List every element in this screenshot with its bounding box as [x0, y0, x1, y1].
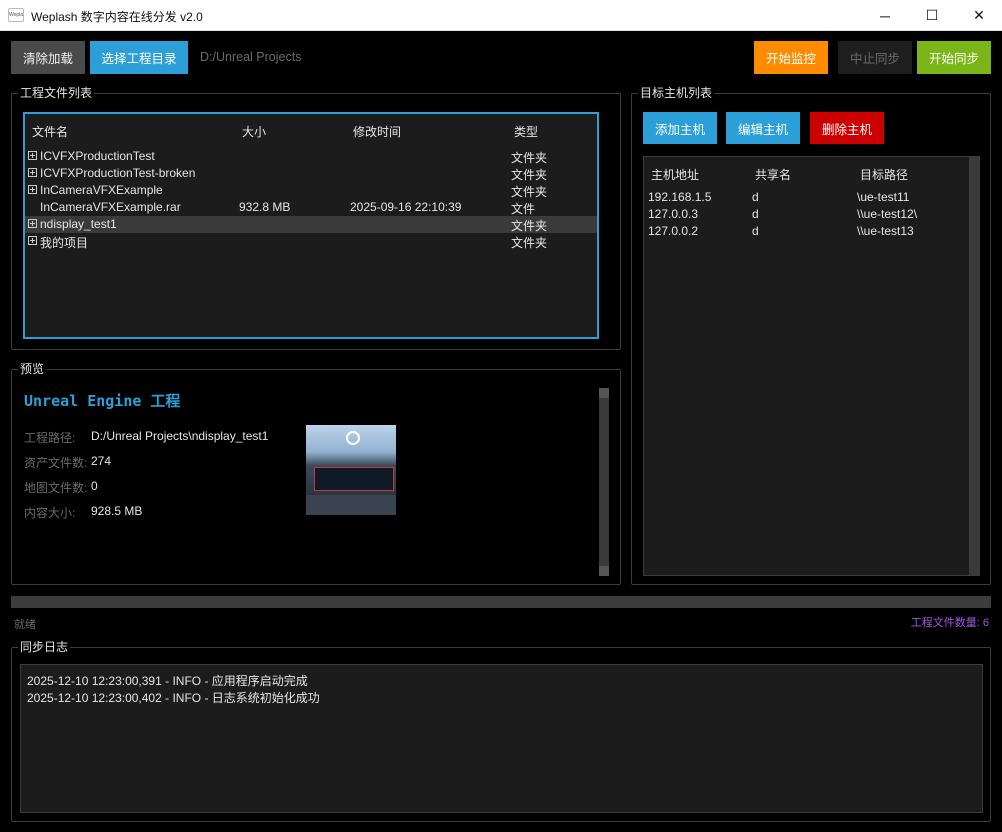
host-cell-address[interactable]: 127.0.0.3	[648, 207, 698, 221]
file-cell-name: ICVFXProductionTest-broken	[40, 166, 196, 180]
file-tree-row[interactable]: 我的项目 文件夹	[25, 233, 597, 250]
add-host-button[interactable]: 添加主机	[643, 112, 717, 144]
preview-group: 预览 Unreal Engine 工程 工程路径: D:/Unreal Proj…	[11, 362, 621, 585]
host-cell-share[interactable]: d	[752, 207, 759, 221]
content-size-label: 内容大小:	[24, 506, 76, 520]
file-cell-name: InCameraVFXExample.rar	[40, 200, 181, 214]
project-files-group: 工程文件列表 文件名 大小 修改时间 类型 ICVFXProductionTes…	[11, 86, 621, 350]
minimize-icon[interactable]: ─	[862, 0, 908, 31]
project-path-value: D:/Unreal Projects\ndisplay_test1	[91, 429, 269, 443]
column-header-size[interactable]: 大小	[242, 123, 266, 140]
file-cell-type: 文件夹	[511, 219, 548, 233]
thumbnail-floor-shape	[306, 495, 396, 515]
host-cell-share[interactable]: d	[752, 190, 759, 204]
sync-log-group: 同步日志 2025-12-10 12:23:00,391 - INFO - 应用…	[11, 640, 991, 822]
preview-scrollbar[interactable]	[599, 388, 609, 576]
column-header-modified[interactable]: 修改时间	[353, 123, 401, 140]
file-cell-name: InCameraVFXExample	[40, 183, 163, 197]
file-cell-name: 我的项目	[40, 236, 89, 250]
expand-plus-icon[interactable]	[28, 236, 37, 245]
column-header-type[interactable]: 类型	[514, 123, 538, 140]
file-cell-name: ICVFXProductionTest	[40, 149, 155, 163]
project-files-title: 工程文件列表	[18, 86, 95, 100]
asset-count-label: 资产文件数:	[24, 456, 88, 470]
file-tree-row[interactable]: ICVFXProductionTest 文件夹	[25, 148, 597, 165]
file-count-label: 工程文件数量: 6	[910, 617, 989, 629]
column-header-path[interactable]: 目标路径	[860, 166, 908, 183]
host-cell-path[interactable]: \\ue-test13	[857, 224, 914, 238]
start-sync-button[interactable]: 开始同步	[917, 41, 991, 74]
host-cell-path[interactable]: \\ue-test12\	[857, 207, 917, 221]
scroll-up-icon[interactable]	[599, 388, 609, 398]
expand-plus-icon[interactable]	[28, 185, 37, 194]
close-icon[interactable]: ✕	[956, 0, 1002, 31]
log-line: 2025-12-10 12:23:00,402 - INFO - 日志系统初始化…	[27, 691, 320, 705]
app-logo-icon: Weplash	[8, 8, 24, 22]
thumbnail-light-shape	[346, 431, 360, 445]
window-title: Weplash 数字内容在线分发 v2.0	[31, 10, 203, 24]
host-cell-path[interactable]: \ue-test11	[857, 190, 909, 204]
hosts-scrollbar[interactable]	[969, 157, 979, 575]
host-cell-share[interactable]: d	[752, 224, 759, 238]
stop-sync-button[interactable]: 中止同步	[838, 41, 912, 74]
expand-plus-icon[interactable]	[28, 168, 37, 177]
file-cell-modified: 2025-09-16 22:10:39	[350, 200, 462, 214]
scroll-down-icon[interactable]	[599, 566, 609, 576]
file-cell-type: 文件	[511, 202, 536, 216]
file-cell-type: 文件夹	[511, 185, 548, 199]
target-hosts-group: 目标主机列表 主机地址 共享名 目标路径 192.168.1.5 d \ue-tes…	[631, 86, 991, 585]
file-tree-row[interactable]: ICVFXProductionTest-broken 文件夹	[25, 165, 597, 182]
edit-host-button[interactable]: 编辑主机	[726, 112, 800, 144]
select-project-dir-button[interactable]: 选择工程目录	[90, 41, 188, 74]
title-bar: Weplash Weplash 数字内容在线分发 v2.0 ─ ☐ ✕	[0, 0, 1002, 31]
file-tree-row[interactable]: ndisplay_test1 文件夹	[25, 216, 597, 233]
hosts-table[interactable]: 主机地址 共享名 目标路径 192.168.1.5 d \ue-test11 127.…	[643, 156, 980, 576]
project-path-label: 工程路径:	[24, 431, 76, 445]
file-tree[interactable]: 文件名 大小 修改时间 类型 ICVFXProductionTest 文件夹 ICV…	[23, 112, 599, 339]
host-cell-address[interactable]: 192.168.1.5	[648, 190, 711, 204]
file-cell-size: 932.8 MB	[239, 200, 291, 214]
preview-title-label: 预览	[18, 362, 47, 376]
status-text: 就绪	[14, 619, 36, 631]
maximize-icon[interactable]: ☐	[909, 0, 955, 31]
file-cell-name: ndisplay_test1	[40, 217, 117, 231]
column-header-share[interactable]: 共享名	[755, 166, 791, 183]
preview-heading: Unreal Engine 工程	[24, 392, 181, 410]
host-cell-address[interactable]: 127.0.0.2	[648, 224, 698, 238]
column-header-name[interactable]: 文件名	[32, 123, 68, 140]
file-cell-type: 文件夹	[511, 151, 548, 165]
map-count-label: 地图文件数:	[24, 481, 88, 495]
content-size-value: 928.5 MB	[91, 504, 143, 518]
map-count-value: 0	[91, 479, 98, 493]
file-tree-row[interactable]: InCameraVFXExample 文件夹	[25, 182, 597, 199]
project-thumbnail	[306, 425, 396, 515]
expand-plus-icon[interactable]	[28, 151, 37, 160]
log-output[interactable]: 2025-12-10 12:23:00,391 - INFO - 应用程序启动完…	[20, 664, 983, 813]
delete-host-button[interactable]: 删除主机	[810, 112, 884, 144]
start-monitor-button[interactable]: 开始监控	[754, 41, 828, 74]
thumbnail-screen-shape	[314, 467, 394, 491]
target-hosts-title: 目标主机列表	[638, 86, 715, 100]
expand-plus-icon[interactable]	[28, 219, 37, 228]
asset-count-value: 274	[91, 454, 112, 468]
sync-progress-bar	[11, 596, 991, 608]
file-cell-type: 文件夹	[511, 168, 548, 182]
file-tree-row[interactable]: InCameraVFXExample.rar 932.8 MB 2025-09-16…	[25, 199, 597, 216]
log-line: 2025-12-10 12:23:00,391 - INFO - 应用程序启动完…	[27, 674, 308, 688]
file-cell-type: 文件夹	[511, 236, 548, 250]
sync-log-title: 同步日志	[18, 640, 71, 654]
current-path-label: D:/Unreal Projects	[200, 50, 302, 64]
clear-load-button[interactable]: 清除加载	[11, 41, 85, 74]
file-tree-header: 文件名 大小 修改时间 类型	[25, 114, 597, 148]
column-header-address[interactable]: 主机地址	[651, 166, 699, 183]
